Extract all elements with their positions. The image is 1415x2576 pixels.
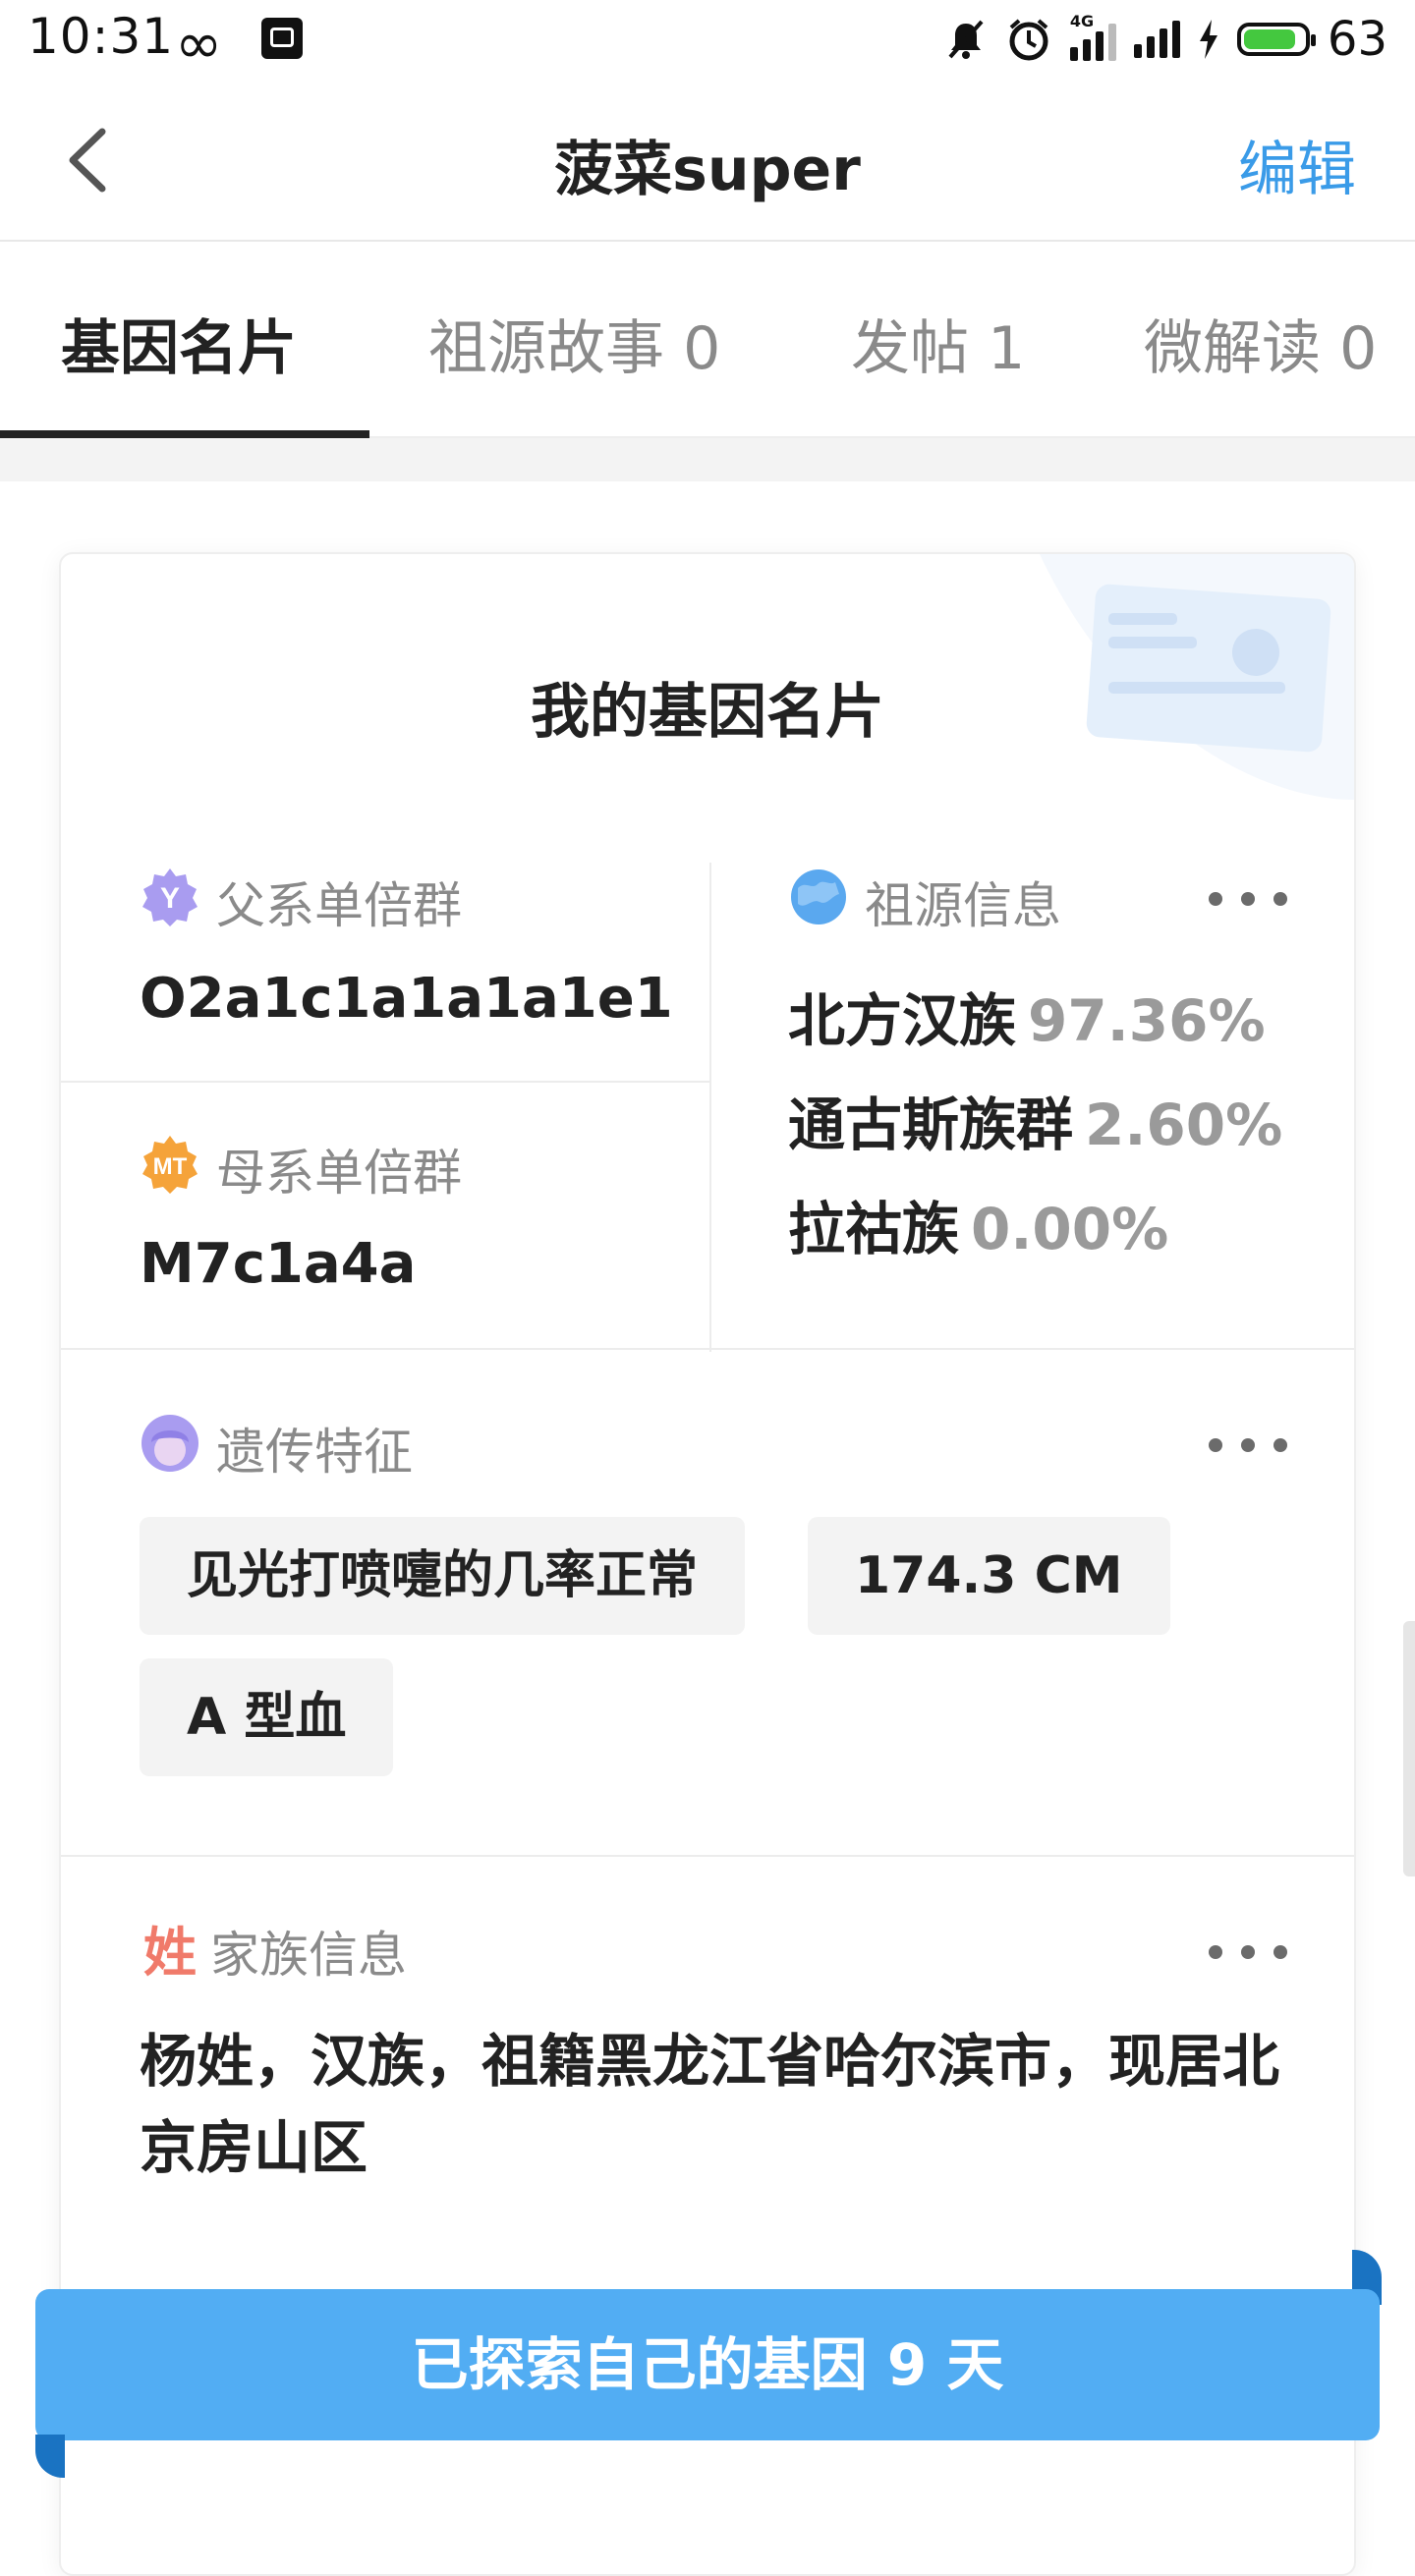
traits-more-icon[interactable] <box>1209 1430 1287 1460</box>
trait-chip[interactable]: 见光打喷嚏的几率正常 <box>140 1517 746 1635</box>
avatar-trait-icon <box>142 1415 198 1472</box>
card-title: 我的基因名片 <box>531 678 884 747</box>
trait-chip[interactable]: A 型血 <box>140 1658 394 1776</box>
globe-icon <box>791 869 846 924</box>
mute-icon <box>948 20 984 59</box>
ancestry-item: 拉祜族 0.00% <box>788 1183 1168 1265</box>
infinity-icon: ∞ <box>175 10 223 77</box>
family-info-label: 家族信息 <box>210 1927 407 1984</box>
ancestry-name: 通古斯族群 <box>788 1092 1074 1158</box>
ancestry-name: 北方汉族 <box>788 987 1017 1054</box>
tab-bar: 基因名片 祖源故事 0 发帖 1 微解读 0 <box>0 242 1415 438</box>
charging-icon <box>1199 20 1217 59</box>
network-label: 4G <box>1069 12 1095 30</box>
app-notification-icon <box>261 18 303 59</box>
ancestry-more-icon[interactable] <box>1209 884 1287 914</box>
maternal-haplogroup-value: M7c1a4a <box>140 1232 417 1296</box>
tab-micro-interpretations[interactable]: 微解读 0 <box>1144 301 1377 386</box>
trait-chip[interactable]: 174.3 CM <box>808 1517 1170 1635</box>
family-more-icon[interactable] <box>1209 1937 1287 1967</box>
banner-fold <box>35 2435 65 2478</box>
paternal-haplogroup-value: O2a1c1a1a1a1e1 <box>140 967 673 1031</box>
traits-label: 遗传特征 <box>216 1424 413 1481</box>
mt-badge-icon: MT <box>142 1136 198 1194</box>
svg-text:姓: 姓 <box>143 1922 197 1981</box>
y-badge-icon: Y <box>142 868 198 926</box>
family-info-text: 杨姓，汉族，祖籍黑龙江省哈尔滨市，现居北京房山区 <box>140 2028 1280 2181</box>
ancestry-percent: 2.60% <box>1085 1092 1283 1158</box>
svg-text:MT: MT <box>153 1153 188 1180</box>
divider <box>61 1081 709 1083</box>
alarm-icon <box>1009 19 1048 61</box>
scrollbar[interactable] <box>1403 1621 1415 1876</box>
tab-ancestry-stories[interactable]: 祖源故事 0 <box>428 301 720 386</box>
status-right-group: 4G 63 <box>944 8 1387 71</box>
paternal-haplogroup-label: 父系单倍群 <box>216 877 462 934</box>
battery-icon <box>1236 23 1316 56</box>
navigation-bar: 菠菜super 编辑 <box>0 79 1415 242</box>
tab-gene-card[interactable]: 基因名片 <box>61 301 297 386</box>
page-title: 菠菜super <box>554 136 861 204</box>
divider <box>61 1348 1354 1350</box>
ancestry-label: 祖源信息 <box>865 877 1061 934</box>
edit-button[interactable]: 编辑 <box>1238 122 1356 207</box>
active-tab-indicator <box>0 430 369 438</box>
ancestry-percent: 0.00% <box>971 1196 1169 1262</box>
maternal-haplogroup-label: 母系单倍群 <box>216 1145 462 1202</box>
signal-4g-icon: 4G <box>1069 12 1116 61</box>
ancestry-name: 拉祜族 <box>788 1196 960 1262</box>
explore-days-banner: 已探索自己的基因 9 天 <box>35 2289 1380 2440</box>
ancestry-percent: 97.36% <box>1028 987 1266 1054</box>
gene-card: 我的基因名片 Y 父系单倍群 O2a1c1a1a1a1e1 MT 母系单倍群 M… <box>59 552 1356 2576</box>
tab-posts[interactable]: 发帖 1 <box>851 301 1025 386</box>
status-time: 10:31 <box>28 8 175 65</box>
ancestry-item: 通古斯族群 2.60% <box>788 1079 1282 1161</box>
status-bar: 10:31 ∞ 4G 63 <box>0 0 1415 79</box>
svg-text:Y: Y <box>160 882 180 915</box>
divider <box>709 863 711 1352</box>
section-separator <box>0 438 1415 481</box>
surname-icon: 姓 <box>143 1922 197 1981</box>
ancestry-item: 北方汉族 97.36% <box>788 975 1266 1057</box>
signal-icon <box>1133 21 1180 58</box>
battery-percent: 63 <box>1327 12 1387 67</box>
divider <box>61 1855 1354 1857</box>
